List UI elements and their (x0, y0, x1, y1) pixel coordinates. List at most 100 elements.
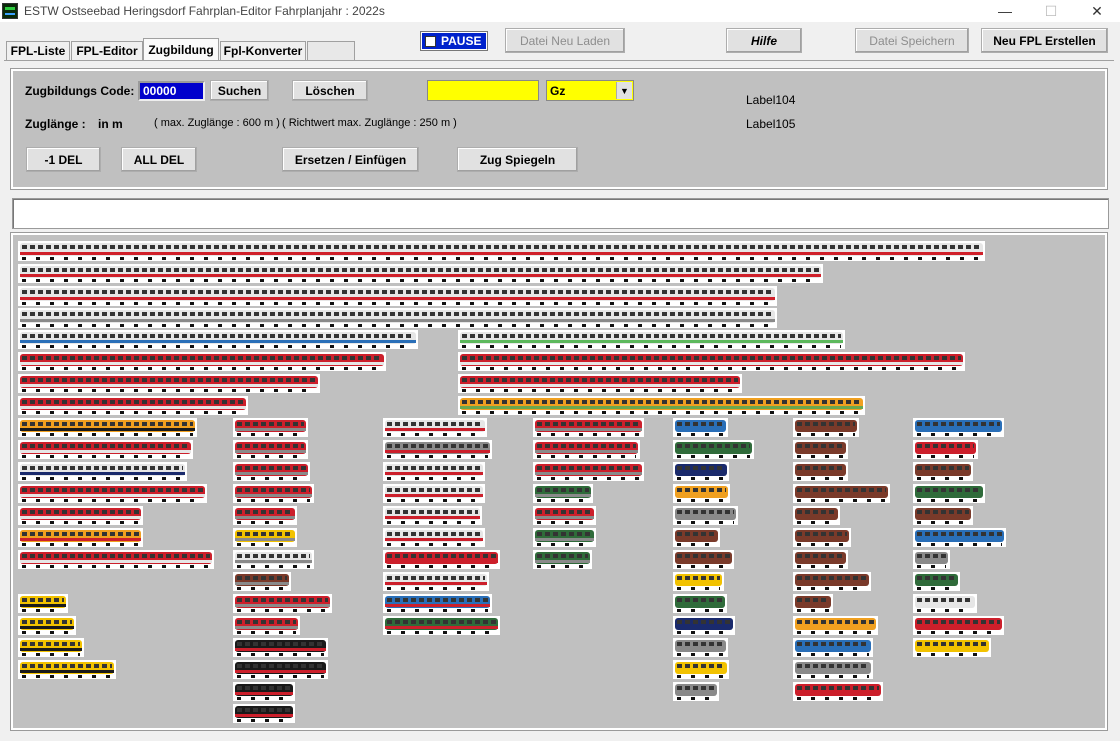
vehicle-db-dosto-short[interactable] (458, 374, 742, 393)
vehicle-loco-12[interactable] (233, 682, 295, 701)
vehicle-odeg-kiss[interactable] (458, 396, 865, 415)
search-button[interactable]: Suchen (210, 80, 269, 101)
save-file-button[interactable]: Datei Speichern (855, 28, 969, 53)
reload-file-button[interactable]: Datei Neu Laden (505, 28, 625, 53)
vehicle-freight-b-2[interactable] (793, 462, 848, 481)
vehicle-loco-5[interactable] (233, 528, 297, 547)
vehicle-freight-c-7[interactable] (913, 572, 960, 591)
vehicle-coach-0[interactable] (383, 418, 487, 437)
vehicle-coach-4[interactable] (383, 506, 482, 525)
train-type-select[interactable]: Gz ▼ (546, 80, 634, 101)
vehicle-freight-b-9[interactable] (793, 616, 878, 635)
vehicle-freight-b-11[interactable] (793, 660, 873, 679)
vehicle-crane[interactable] (18, 594, 68, 613)
vehicle-loco-13[interactable] (233, 704, 295, 723)
tab-fpl-liste[interactable]: FPL-Liste (6, 41, 70, 60)
close-button[interactable]: ✕ (1074, 0, 1120, 22)
vehicle-flirt[interactable] (18, 330, 418, 349)
tab-empty[interactable] (307, 41, 355, 60)
vehicle-coach-8[interactable] (383, 594, 492, 613)
vehicle-loco-6[interactable] (233, 550, 314, 569)
vehicle-freight-c-1[interactable] (913, 440, 978, 459)
delete-button[interactable]: Löschen (292, 80, 368, 101)
vehicle-freight-c-8[interactable] (913, 594, 977, 613)
vehicle-freight-c-4[interactable] (913, 506, 973, 525)
vehicle-freight-a-1[interactable] (673, 440, 754, 459)
vehicle-regio-coach-1[interactable] (533, 440, 640, 459)
vehicle-railbus[interactable] (18, 506, 143, 525)
tab-zugbildung[interactable]: Zugbildung (143, 38, 219, 60)
new-fpl-button[interactable]: Neu FPL Erstellen (981, 28, 1108, 53)
vehicle-loco-7[interactable] (233, 572, 291, 591)
vehicle-freight-c-10[interactable] (913, 638, 991, 657)
replace-insert-button[interactable]: Ersetzen / Einfügen (282, 147, 419, 172)
vehicle-regio-coach-5[interactable] (533, 528, 596, 547)
vehicle-coach-1[interactable] (383, 440, 492, 459)
mirror-train-button[interactable]: Zug Spiegeln (457, 147, 578, 172)
vehicle-freight-a-5[interactable] (673, 528, 720, 547)
vehicle-ice-t[interactable] (18, 286, 777, 306)
vehicle-ice4[interactable] (18, 241, 985, 261)
chevron-down-icon[interactable]: ▼ (616, 82, 632, 99)
vehicle-freight-c-6[interactable] (913, 550, 950, 569)
vehicle-freight-a-9[interactable] (673, 616, 735, 635)
vehicle-coach-3[interactable] (383, 484, 485, 503)
vehicle-freight-a-4[interactable] (673, 506, 738, 525)
vehicle-freight-a-12[interactable] (673, 682, 719, 701)
vehicle-inspection-car[interactable] (18, 638, 84, 657)
delete-all-button[interactable]: ALL DEL (121, 147, 197, 172)
vehicle-loco-8[interactable] (233, 594, 332, 613)
vehicle-freight-b-1[interactable] (793, 440, 848, 459)
vehicle-odeg-railbus[interactable] (18, 528, 143, 547)
vehicle-freight-b-0[interactable] (793, 418, 859, 437)
tab-fpl-editor[interactable]: FPL-Editor (71, 41, 143, 60)
maximize-button[interactable]: ☐ (1028, 0, 1074, 22)
vehicle-coach-5[interactable] (383, 528, 485, 547)
vehicle-freight-c-3[interactable] (913, 484, 985, 503)
vehicle-freight-c-9[interactable] (913, 616, 1004, 635)
vehicle-freight-c-2[interactable] (913, 462, 973, 481)
vehicle-freight-a-0[interactable] (673, 418, 728, 437)
vehicle-coach-2[interactable] (383, 462, 485, 481)
vehicle-freight-b-12[interactable] (793, 682, 883, 701)
vehicle-freight-b-4[interactable] (793, 506, 840, 525)
help-button[interactable]: Hilfe (726, 28, 802, 53)
vehicle-freight-a-10[interactable] (673, 638, 728, 657)
vehicle-odeg-desiro[interactable] (18, 418, 197, 437)
vehicle-freight-a-3[interactable] (673, 484, 730, 503)
vehicle-regioshuttle[interactable] (18, 440, 193, 459)
vehicle-regio-coach-0[interactable] (533, 418, 644, 437)
vehicle-freight-b-10[interactable] (793, 638, 873, 657)
vehicle-measuring-car[interactable] (18, 660, 116, 679)
vehicle-ice-t2[interactable] (18, 308, 777, 328)
vehicle-regio-coach-4[interactable] (533, 506, 596, 525)
vehicle-regio-coach-2[interactable] (533, 462, 644, 481)
vehicle-freight-b-8[interactable] (793, 594, 833, 613)
vehicle-br642[interactable] (18, 550, 214, 569)
vehicle-freight-b-7[interactable] (793, 572, 871, 591)
vehicle-coach-9[interactable] (383, 616, 500, 635)
vehicle-loco-9[interactable] (233, 616, 300, 635)
train-name-field[interactable] (427, 80, 539, 101)
vehicle-regio-coach-3[interactable] (533, 484, 593, 503)
delete-one-button[interactable]: -1 DEL (26, 147, 101, 172)
vehicle-freight-b-3[interactable] (793, 484, 890, 503)
vehicle-vt-unit[interactable] (18, 484, 207, 503)
vehicle-freight-a-11[interactable] (673, 660, 729, 679)
vehicle-freight-c-5[interactable] (913, 528, 1006, 547)
vehicle-freight-a-8[interactable] (673, 594, 727, 613)
vehicle-coach-6[interactable] (383, 550, 500, 569)
vehicle-db-dosto[interactable] (458, 352, 965, 371)
vehicle-ubb-unit[interactable] (18, 462, 187, 481)
vehicle-loco-2[interactable] (233, 462, 310, 481)
pause-checkbox[interactable] (425, 35, 436, 47)
vehicle-loco-0[interactable] (233, 418, 308, 437)
minimize-button[interactable]: — (982, 0, 1028, 22)
vehicle-freight-b-6[interactable] (793, 550, 848, 569)
vehicle-db-lint[interactable] (18, 374, 320, 393)
code-input[interactable]: 00000 (138, 81, 205, 101)
vehicle-loco-4[interactable] (233, 506, 297, 525)
pause-toggle[interactable]: PAUSE (420, 31, 488, 51)
vehicle-service-unit[interactable] (18, 616, 76, 635)
vehicle-freight-c-0[interactable] (913, 418, 1004, 437)
